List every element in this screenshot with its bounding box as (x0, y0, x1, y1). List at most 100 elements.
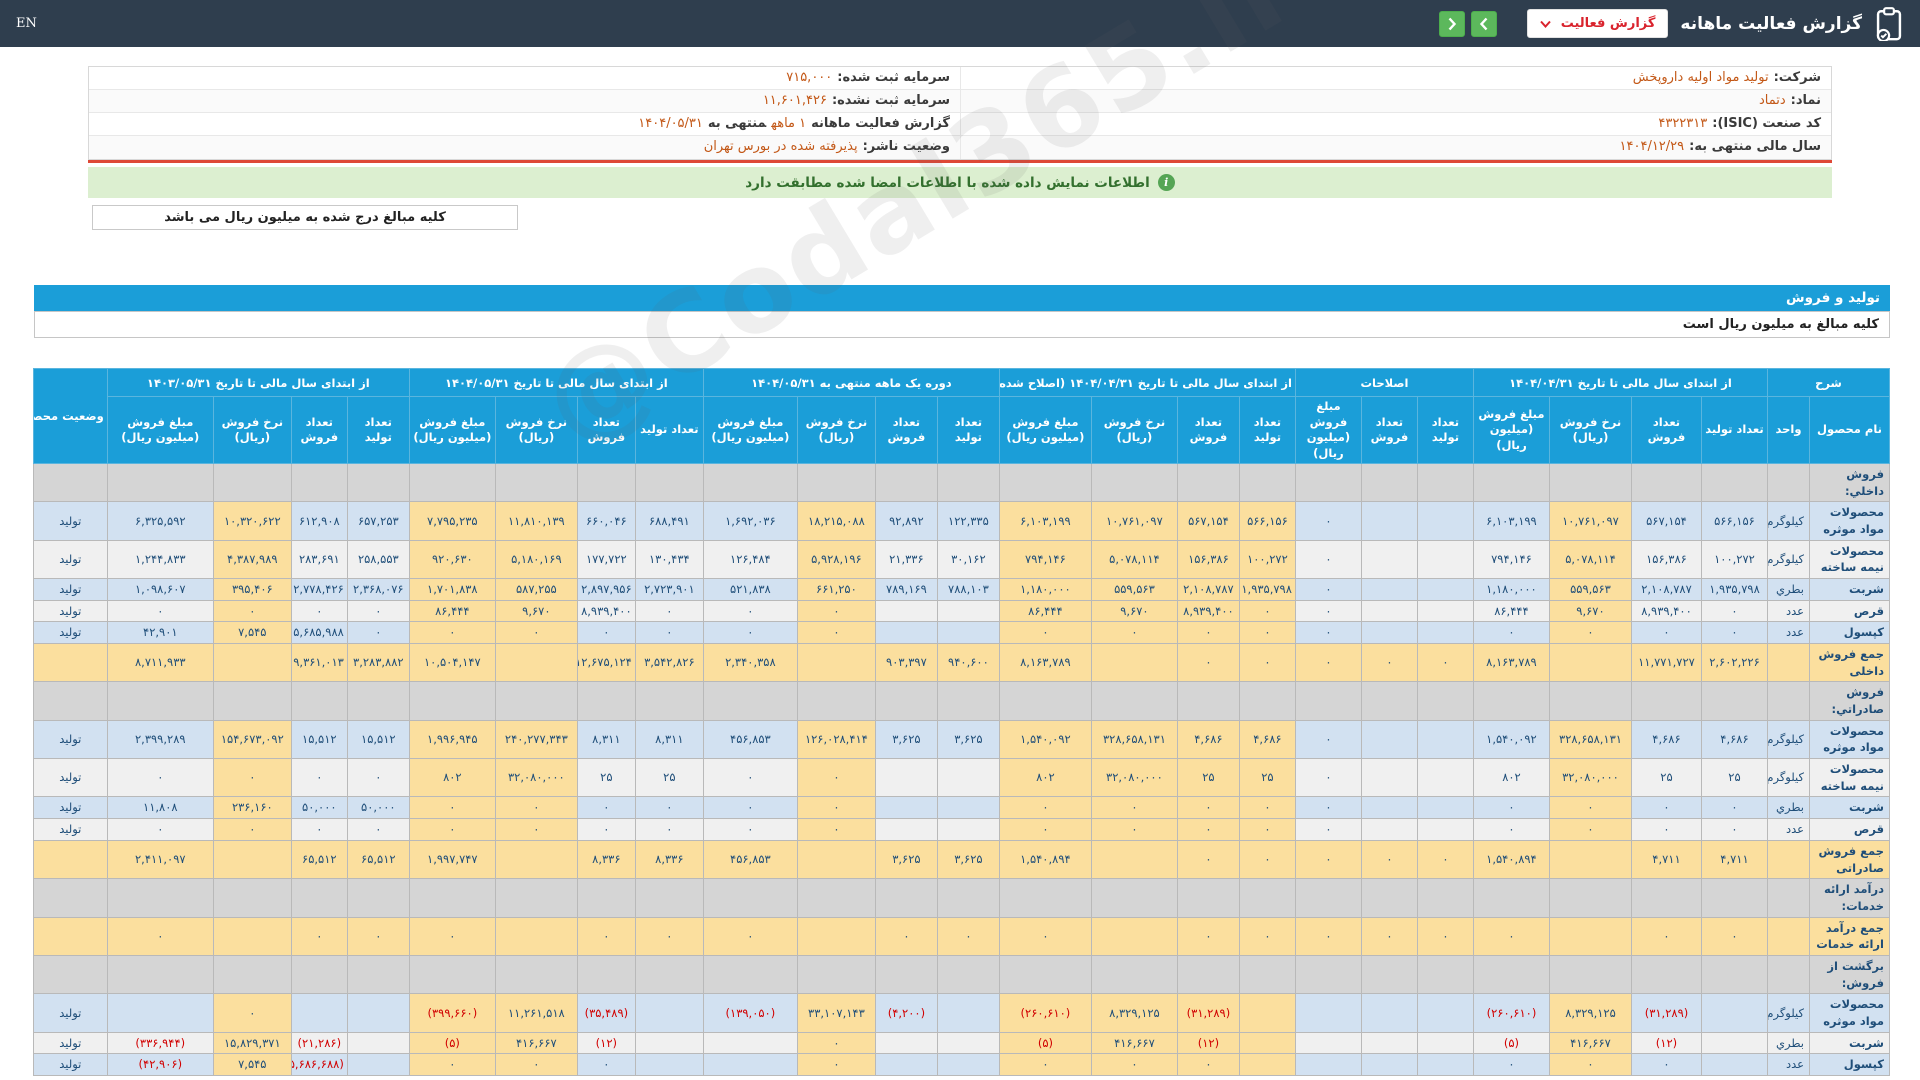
cell-value: ۰ (1472, 1053, 1550, 1076)
cell-value: ۰ (796, 818, 876, 841)
cell-value (1360, 539, 1418, 580)
table-row: کپسول عدد ۰ ۰ ۰ ۰ ۰ ۰ ۰ ۰ ۰ ۰ ۰ ۰ ۰ ۰ ۰ ۰ ۵,۶۸۵,۹۸۸ ۷,۵۴۵ ۴۲… (32, 621, 1890, 645)
cell-value (936, 796, 1000, 820)
cell-value: ۵,۶۸۵,۹۸۸ (290, 621, 348, 645)
cell-value: ۸,۳۱۱ (576, 719, 636, 760)
cell-value: ۲۳۶,۱۶۰ (212, 796, 292, 820)
cell (494, 681, 578, 721)
cell (1700, 463, 1768, 503)
cell-value: ۷,۷۹۵,۲۳۵ (408, 501, 496, 541)
info-value: ۴۳۲۲۳۱۳ (1658, 116, 1708, 131)
info-value: دتماد (1758, 93, 1786, 108)
cell-value: (۱۳۹,۰۵۰) (702, 993, 798, 1033)
cell-unit: کیلوگرم (1766, 539, 1811, 580)
cell-value: ۰ (702, 818, 798, 841)
cell-value: ۱,۵۴۰,۰۹۲ (998, 719, 1092, 760)
cell-value (1360, 578, 1418, 601)
cell-value: ۵۸۷,۲۵۵ (494, 578, 578, 601)
cell (1766, 878, 1811, 918)
header-cell: نرخ فروش (ریال) (796, 395, 876, 465)
cell-value (1090, 839, 1178, 880)
cell-value (1360, 993, 1418, 1033)
info-label: کد صنعت (ISIC): (1712, 116, 1821, 131)
cell-value: ۲۵۸,۵۵۳ (346, 539, 410, 580)
cell-status: تولید (32, 539, 108, 580)
cell (1294, 954, 1362, 995)
cell (634, 878, 704, 918)
cell (32, 463, 108, 503)
cell (796, 463, 876, 503)
cell-value: (۴۲,۹۰۶) (106, 1053, 214, 1076)
cell (936, 954, 1000, 995)
cell-value: ۰ (1238, 916, 1296, 956)
cell-status: تولید (32, 621, 108, 645)
info-cell: وضعیت ناشر: پذیرفته شده در بورس تهران (89, 136, 960, 159)
cell (106, 878, 214, 918)
cell-unit (1766, 839, 1811, 880)
cell-value: ۹۴۰,۶۰۰ (936, 643, 1000, 683)
section-label: فروش صادراتي: (1809, 681, 1890, 721)
cell-value (634, 1053, 704, 1076)
total-row: جمع فروش داخلی ۲,۶۰۲,۲۲۶ ۱۱,۷۷۱,۷۲۷ ۸,۱۶۳,۷… (32, 643, 1890, 683)
cell-product-name: محصولات نیمه ساخته (1809, 758, 1890, 798)
cell-value: ۰ (1360, 916, 1418, 956)
cell-value: ۰ (576, 818, 636, 841)
cell-value: ۴,۷۱۱ (1700, 839, 1768, 880)
cell-value: ۸,۱۶۳,۷۸۹ (998, 643, 1092, 683)
cell-status (32, 916, 108, 956)
cell-product-name: شربت (1809, 796, 1890, 820)
header-cell: مبلغ فروش (میلیون ریال) (998, 395, 1092, 465)
cell (702, 954, 798, 995)
cell-value (1416, 578, 1474, 601)
cell-value (1360, 1053, 1418, 1076)
cell-value: ۰ (702, 599, 798, 623)
cell-value: ۰ (1360, 839, 1418, 880)
section-row: فروش صادراتي: (32, 681, 1890, 721)
cell (1360, 463, 1418, 503)
cell-value: ۱,۱۸۰,۰۰۰ (1472, 578, 1550, 601)
cell (1238, 954, 1296, 995)
cell (346, 463, 410, 503)
next-report-button[interactable] (1470, 10, 1497, 37)
cell-value: ۳۲,۰۸۰,۰۰۰ (1548, 758, 1632, 798)
cell-product-name: قرص (1809, 599, 1890, 623)
cell-value: ۰ (1294, 916, 1362, 956)
prev-report-button[interactable] (1438, 10, 1465, 37)
cell-value: ۸,۹۳۹,۴۰۰ (1176, 599, 1240, 623)
info-label: وضعیت ناشر: (862, 139, 950, 154)
cell-product-name: محصولات نیمه ساخته (1809, 539, 1890, 580)
report-type-select[interactable]: گزارش فعالیت (1526, 9, 1669, 38)
cell-value: ۱۵۶,۳۸۶ (1630, 539, 1702, 580)
cell (936, 681, 1000, 721)
cell-value: ۶,۳۲۵,۵۹۲ (106, 501, 214, 541)
info-cell: شرکت: تولید مواد اولیه داروپخش (960, 67, 1831, 89)
cell (290, 954, 348, 995)
cell (936, 878, 1000, 918)
cell-value: ۱۱,۸۱۰,۱۳۹ (494, 501, 578, 541)
header-cell: تعداد فروش (576, 395, 636, 465)
cell-value: ۷,۵۴۵ (212, 621, 292, 645)
cell-value: ۵,۰۷۸,۱۱۴ (1548, 539, 1632, 580)
cell-value: ۴۱۶,۶۶۷ (494, 1031, 578, 1055)
cell-value: (۳۱,۲۸۹) (1176, 993, 1240, 1033)
info-label: شرکت: (1773, 70, 1821, 85)
cell-value: ۰ (212, 818, 292, 841)
cell-value: ۰ (1416, 839, 1474, 880)
cell (1090, 463, 1178, 503)
info-cell: کد صنعت (ISIC): ۴۳۲۲۳۱۳ (960, 113, 1831, 135)
cell-status: تولید (32, 1031, 108, 1055)
cell-value: ۱,۶۹۲,۰۳۶ (702, 501, 798, 541)
cell-value: ۱۰,۵۰۴,۱۴۷ (408, 643, 496, 683)
cell-value: ۱,۹۳۵,۷۹۸ (1238, 578, 1296, 601)
cell-value: ۰ (1700, 621, 1768, 645)
cell-value (1360, 818, 1418, 841)
cell-unit: کیلوگرم (1766, 993, 1811, 1033)
language-switch-en[interactable]: EN (16, 16, 37, 31)
clipboard-report-icon[interactable] (1874, 6, 1904, 41)
cell-value: ۱۱,۸۰۸ (106, 796, 214, 820)
cell-status: تولید (32, 578, 108, 601)
cell-unit: عدد (1766, 1053, 1811, 1076)
header-cell: مبلغ فروش (میلیون ریال) (1294, 395, 1362, 465)
cell-value (1294, 1031, 1362, 1055)
cell (1090, 878, 1178, 918)
